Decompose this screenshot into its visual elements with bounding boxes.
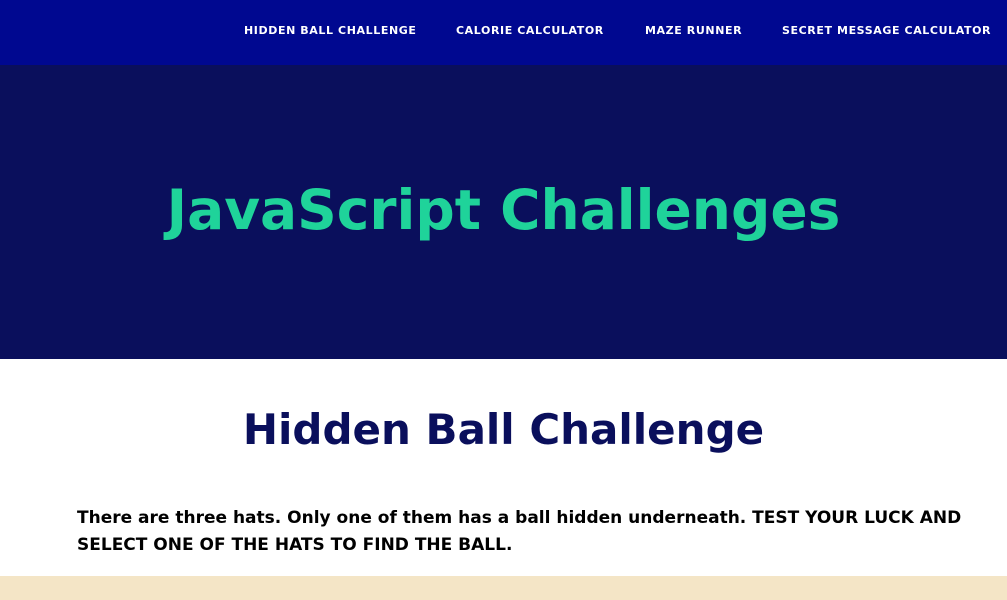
nav-link-maze-runner[interactable]: MAZE RUNNER: [645, 24, 742, 37]
hero-title: JavaScript Challenges: [166, 178, 841, 242]
challenge-description: There are three hats. Only one of them h…: [77, 508, 962, 555]
nav-link-secret-message-calculator[interactable]: SECRET MESSAGE CALCULATOR: [782, 24, 991, 37]
nav-link-calorie-calculator[interactable]: CALORIE CALCULATOR: [456, 24, 604, 37]
challenge-title: Hidden Ball Challenge: [242, 405, 765, 454]
game-area-band: [0, 576, 1007, 600]
top-navigation: HIDDEN BALL CHALLENGE CALORIE CALCULATOR…: [0, 0, 1007, 65]
nav-link-hidden-ball-challenge[interactable]: HIDDEN BALL CHALLENGE: [244, 24, 417, 37]
hero-banner: JavaScript Challenges: [0, 65, 1007, 359]
